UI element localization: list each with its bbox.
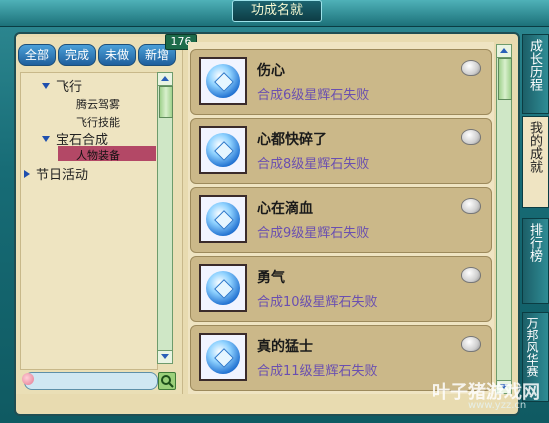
blue-gem-icon [206, 133, 240, 167]
search-icon [161, 375, 174, 388]
tree-item-gem-synthesis[interactable]: 宝石合成 [56, 129, 108, 148]
list-scrollbar[interactable] [496, 44, 512, 394]
side-tab-label: 我的成就 [527, 121, 542, 173]
achievement-icon-frame [199, 126, 247, 174]
arrow-up-icon [500, 48, 508, 53]
tree-item-character-equipment[interactable]: 人物装备 [76, 147, 120, 163]
achievement-icon-frame [199, 333, 247, 381]
scroll-thumb[interactable] [498, 58, 512, 100]
side-tab-label: 万邦风华赛 [525, 317, 539, 377]
egg-reward-icon[interactable] [461, 198, 481, 214]
scroll-up-button[interactable] [496, 44, 512, 58]
filter-tab-all[interactable]: 全部 [18, 44, 56, 66]
side-tab-my-achievements[interactable]: 我的成就 [522, 116, 549, 208]
side-tab-label: 成长历程 [527, 39, 542, 91]
achievement-card[interactable]: 心都快碎了 合成8级星辉石失败 [190, 118, 492, 184]
filter-tabs: 全部 完成 未做 新增 [18, 44, 180, 66]
achievement-desc: 合成11级星辉石失败 [257, 364, 378, 379]
achievement-card[interactable]: 伤心 合成6级星辉石失败 [190, 49, 492, 115]
side-tab-label: 排行榜 [527, 223, 542, 262]
achievement-title: 心在滴血 [257, 201, 313, 217]
filter-tab-undone[interactable]: 未做 [98, 44, 136, 66]
scroll-down-button[interactable] [157, 350, 173, 364]
achievement-card[interactable]: 勇气 合成10级星辉石失败 [190, 256, 492, 322]
achievement-title: 真的猛士 [257, 339, 313, 355]
window-title: 功成名就 [232, 0, 322, 22]
title-bar: 功成名就 [0, 0, 549, 27]
egg-reward-icon[interactable] [461, 129, 481, 145]
expand-arrow-icon[interactable] [42, 136, 50, 142]
achievement-desc: 合成9级星辉石失败 [257, 226, 370, 241]
arrow-up-icon [161, 76, 169, 81]
achievement-desc: 合成8级星辉石失败 [257, 157, 370, 172]
achievement-title: 心都快碎了 [257, 132, 327, 148]
egg-reward-icon[interactable] [461, 60, 481, 76]
side-tab-growth[interactable]: 成长历程 [522, 34, 549, 114]
achievement-desc: 合成6级星辉石失败 [257, 88, 370, 103]
collapse-arrow-icon[interactable] [24, 170, 30, 178]
filter-tab-complete[interactable]: 完成 [58, 44, 96, 66]
search-button[interactable] [158, 372, 176, 390]
tree-item-flying-skill[interactable]: 飞行技能 [76, 114, 120, 130]
tree-item-festival[interactable]: 节日活动 [36, 164, 88, 183]
achievement-title: 勇气 [257, 270, 285, 286]
egg-reward-icon[interactable] [461, 267, 481, 283]
expand-arrow-icon[interactable] [42, 83, 50, 89]
blue-gem-icon [206, 271, 240, 305]
tree-item-cloud[interactable]: 腾云驾雾 [76, 96, 120, 112]
egg-reward-icon[interactable] [461, 336, 481, 352]
side-tab-ranking[interactable]: 排行榜 [522, 218, 549, 304]
achievement-card[interactable]: 心在滴血 合成9级星辉石失败 [190, 187, 492, 253]
search-input[interactable] [24, 372, 158, 390]
watermark-url: www.yzz.cn [468, 400, 527, 411]
achievement-title: 伤心 [257, 63, 285, 79]
scroll-thumb[interactable] [159, 86, 173, 118]
arrow-down-icon [161, 354, 169, 359]
achievement-desc: 合成10级星辉石失败 [257, 295, 378, 310]
peach-icon [22, 373, 34, 385]
achievement-icon-frame [199, 57, 247, 105]
achievement-icon-frame [199, 264, 247, 312]
scroll-up-button[interactable] [157, 72, 173, 86]
tree-scrollbar[interactable] [157, 72, 173, 364]
blue-gem-icon [206, 202, 240, 236]
blue-gem-icon [206, 340, 240, 374]
blue-gem-icon [206, 64, 240, 98]
tree-item-flying[interactable]: 飞行 [56, 76, 82, 95]
achievement-icon-frame [199, 195, 247, 243]
